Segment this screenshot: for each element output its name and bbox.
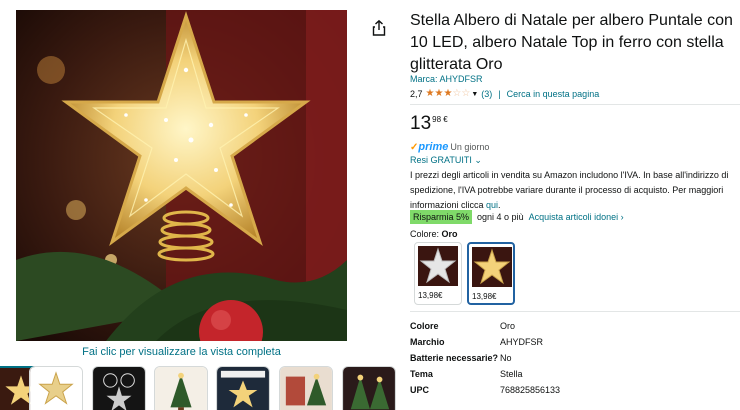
thumbnail-4[interactable] (154, 366, 208, 410)
vat-notice-period: . (498, 200, 501, 210)
spec-key: Tema (410, 369, 433, 379)
star-icon: ★ (425, 88, 435, 99)
view-full-image-link[interactable]: Fai clic per visualizzare la vista compl… (16, 346, 347, 358)
main-product-image[interactable] (16, 10, 347, 341)
color-option-gold[interactable]: 13,98€ (467, 242, 515, 305)
spec-row: Marchio AHYDFSR (410, 334, 560, 350)
price-fraction: 98 € (432, 115, 448, 124)
spec-row: Colore Oro (410, 318, 560, 334)
star-rating[interactable]: ★ ★ ★ ☆ ☆ (426, 89, 471, 99)
product-title: Stella Albero di Natale per albero Punta… (410, 12, 733, 73)
color-option-image (418, 246, 458, 286)
prime-logo: prime (418, 141, 449, 153)
eligible-items-link[interactable]: Acquista articoli idonei › (529, 212, 624, 222)
spec-row: UPC 768825856133 (410, 382, 560, 398)
thumbnail-3[interactable] (92, 366, 146, 410)
color-selected-value: Oro (441, 229, 458, 239)
star-topper-photo (16, 10, 347, 341)
thumbnail-2[interactable] (29, 366, 83, 410)
vat-notice: I prezzi degli articoli in vendita su Am… (410, 168, 740, 213)
color-option-price: 13,98€ (418, 291, 443, 300)
brand-link[interactable]: Marca: AHYDFSR (410, 74, 483, 84)
divider (410, 104, 740, 105)
star-empty-icon: ☆ (461, 88, 471, 99)
spec-key: Batterie necessarie? (410, 353, 499, 363)
thumbnail-7[interactable] (342, 366, 396, 410)
star-half-icon: ★ (443, 88, 453, 99)
thumbnail-5[interactable] (216, 366, 270, 410)
spec-key: Colore (410, 321, 439, 331)
spec-value: Oro (500, 321, 516, 331)
spec-row: Batterie necessarie? No (410, 350, 560, 366)
spec-key: UPC (410, 385, 430, 395)
color-option-silver[interactable]: 13,98€ (414, 242, 462, 305)
color-option-price: 13,98€ (472, 292, 497, 301)
divider: | (498, 89, 501, 99)
color-label-text: Colore: (410, 229, 440, 239)
price-whole: 13 (410, 113, 432, 134)
star-icon: ★ (434, 88, 444, 99)
free-returns-label: Resi GRATUITI (410, 155, 472, 165)
share-icon[interactable] (370, 19, 388, 37)
color-option-image (472, 247, 512, 287)
spec-value: No (500, 353, 512, 363)
search-page-link[interactable]: Cerca in questa pagina (507, 89, 600, 99)
prime-detail: Un giorno (450, 142, 490, 152)
spec-row: Tema Stella (410, 366, 560, 382)
savings-condition: ogni 4 o più (477, 212, 524, 222)
rating-value: 2,7 (410, 89, 423, 99)
vat-info-link[interactable]: qui (486, 200, 498, 210)
prime-delivery: ✓ prime Un giorno (410, 141, 489, 153)
review-count-link[interactable]: (3) (481, 89, 492, 99)
thumbnail-6[interactable] (279, 366, 333, 410)
vat-notice-text: I prezzi degli articoli in vendita su Am… (410, 170, 729, 210)
color-label: Colore: Oro (410, 229, 458, 239)
spec-value: AHYDFSR (500, 337, 544, 347)
specs-table: Colore Oro Marchio AHYDFSR Batterie nece… (410, 318, 560, 398)
savings-offer: Risparmia 5% ogni 4 o più Acquista artic… (410, 210, 624, 224)
chevron-down-icon[interactable]: ▼ (471, 91, 478, 98)
free-returns-link[interactable]: Resi GRATUITI ⌄ (410, 155, 482, 166)
rating-row: 2,7 ★ ★ ★ ☆ ☆ ▼ (3) | Cerca in questa pa… (410, 88, 599, 100)
star-empty-icon: ☆ (452, 88, 462, 99)
chevron-down-icon: ⌄ (474, 155, 482, 165)
price: 13 98 € (410, 113, 448, 135)
spec-value: Stella (500, 369, 523, 379)
spec-key: Marchio (410, 337, 445, 347)
spec-value: 768825856133 (500, 385, 561, 395)
savings-badge: Risparmia 5% (410, 210, 473, 224)
divider (410, 311, 740, 312)
